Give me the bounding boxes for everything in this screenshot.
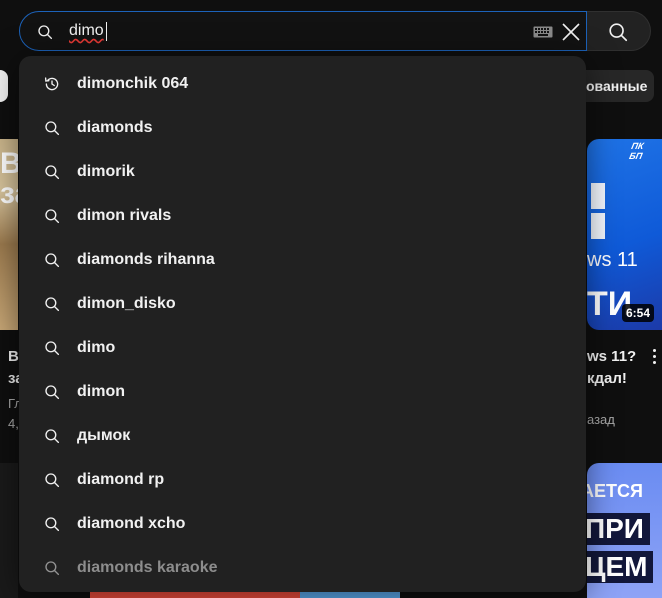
- video-title[interactable]: ws 11? кдал!: [587, 346, 636, 390]
- suggestion-text: diamonds rihanna: [77, 251, 215, 268]
- video-title-line: ws 11?: [587, 348, 637, 365]
- search-icon: [45, 253, 60, 268]
- suggestion-item[interactable]: dimon_disko: [19, 282, 586, 326]
- suggestion-item[interactable]: diamond rp: [19, 458, 586, 502]
- suggestion-text: diamonds karaoke: [77, 559, 218, 576]
- more-options-icon[interactable]: [646, 346, 662, 366]
- search-input-box[interactable]: dimo: [19, 11, 587, 51]
- video-thumbnail[interactable]: [0, 463, 18, 598]
- video-thumbnail[interactable]: АЕТСЯ ПРИ ЦЕМ: [587, 463, 662, 598]
- duration-badge: 6:54: [622, 304, 655, 322]
- suggestion-item[interactable]: dimorik: [19, 150, 586, 194]
- search-icon: [45, 517, 60, 532]
- search-icon: [45, 209, 60, 224]
- video-thumbnail[interactable]: ПК БП ws 11 ТИ: [587, 139, 662, 330]
- search-icon: [45, 297, 60, 312]
- filter-chip-label: ованные: [586, 78, 648, 94]
- search-icon: [45, 561, 60, 576]
- suggestion-text: dimonchik 064: [77, 75, 189, 92]
- windows-logo-icon: [591, 183, 605, 209]
- thumbnail-text: АЕТСЯ: [587, 481, 643, 501]
- search-icon: [609, 23, 628, 42]
- suggestion-text: dimon rivals: [77, 207, 172, 224]
- windows-logo-icon: [591, 213, 605, 239]
- suggestion-item[interactable]: diamonds karaoke: [19, 546, 586, 590]
- search-icon: [38, 25, 53, 40]
- search-button[interactable]: [587, 11, 651, 51]
- thumbnail-text: ПРИ: [587, 513, 650, 545]
- suggestion-text: dimo: [77, 339, 116, 356]
- suggestion-item[interactable]: diamonds rihanna: [19, 238, 586, 282]
- suggestion-text: dimon: [77, 383, 125, 400]
- suggestion-item[interactable]: dimo: [19, 326, 586, 370]
- suggestion-text: dimorik: [77, 163, 135, 180]
- search-icon: [45, 165, 60, 180]
- search-icon: [45, 341, 60, 356]
- search-input[interactable]: dimo: [69, 22, 104, 40]
- suggestion-item[interactable]: dimonchik 064: [19, 62, 586, 106]
- video-thumbnail[interactable]: В за: [0, 139, 18, 330]
- thumbnail-text: ЦЕМ: [587, 551, 654, 583]
- channel-badge: ПК БП: [628, 141, 645, 161]
- video-upload-time: азад: [587, 412, 615, 427]
- thumbnail-text: ws 11: [587, 249, 638, 271]
- close-icon[interactable]: [557, 18, 585, 46]
- search-icon: [45, 473, 60, 488]
- thumbnail-text: за: [0, 177, 18, 210]
- history-icon: [44, 77, 59, 91]
- suggestion-text: дымок: [77, 427, 131, 444]
- suggestion-item[interactable]: diamond xcho: [19, 502, 586, 546]
- filter-chip-active[interactable]: [0, 70, 8, 102]
- suggestion-item[interactable]: dimon: [19, 370, 586, 414]
- search-suggestions-dropdown: dimonchik 064 diamonds dimorik dimon riv…: [19, 56, 586, 592]
- filter-chip[interactable]: ованные: [578, 70, 654, 102]
- search-icon: [45, 121, 60, 136]
- video-title-line: кдал!: [587, 370, 627, 387]
- search-icon: [45, 429, 60, 444]
- search-icon: [45, 385, 60, 400]
- text-caret: [106, 22, 107, 41]
- suggestion-text: diamond rp: [77, 471, 165, 488]
- suggestion-text: diamonds: [77, 119, 153, 136]
- suggestion-text: diamond xcho: [77, 515, 186, 532]
- suggestion-item[interactable]: дымок: [19, 414, 586, 458]
- suggestion-item[interactable]: dimon rivals: [19, 194, 586, 238]
- keyboard-icon[interactable]: [533, 26, 553, 38]
- thumbnail-text: В: [0, 147, 18, 180]
- suggestion-item[interactable]: diamonds: [19, 106, 586, 150]
- suggestion-text: dimon_disko: [77, 295, 176, 312]
